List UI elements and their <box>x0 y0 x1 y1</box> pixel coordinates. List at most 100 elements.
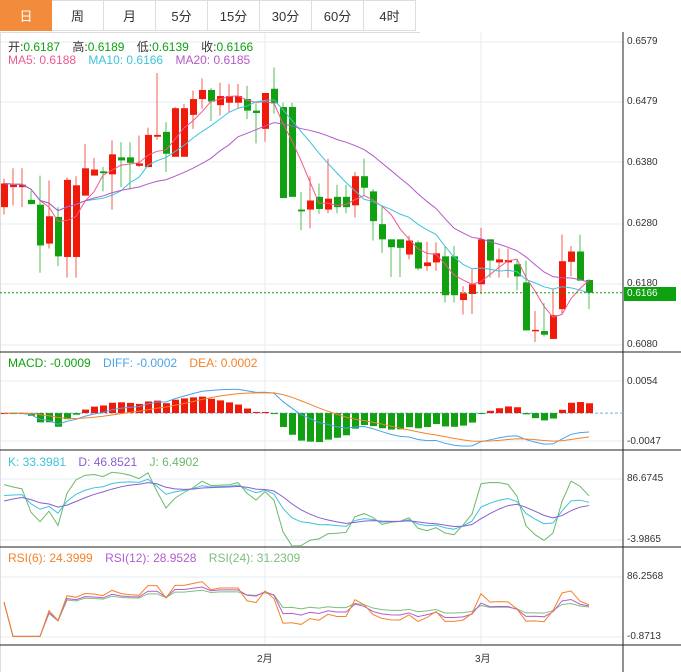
month-label-mar: 3月 <box>475 654 491 665</box>
candle <box>397 239 404 277</box>
macd-bar <box>244 408 251 414</box>
candle-body <box>37 204 44 246</box>
price-tick: 0.6479 <box>627 96 658 107</box>
candle <box>361 158 368 197</box>
macd-bar <box>415 413 422 429</box>
dea-line <box>3 392 590 442</box>
candle-body <box>343 196 350 208</box>
candle <box>190 90 197 129</box>
candle-body <box>550 315 557 339</box>
candle-body <box>370 191 377 222</box>
tab-30min[interactable]: 30分 <box>260 0 312 31</box>
candle-body <box>541 331 548 335</box>
candle <box>199 78 206 109</box>
macd-bar <box>190 397 197 414</box>
tab-day[interactable]: 日 <box>0 0 52 31</box>
candle-body <box>28 199 35 205</box>
open-label: 开: <box>8 40 24 54</box>
rsi24-value: RSI(24): 31.2309 <box>208 551 301 565</box>
macd-bar <box>262 411 269 414</box>
macd-bar <box>550 413 557 419</box>
candle-body <box>451 256 458 296</box>
last-price-marker: 0.6166 <box>624 287 676 301</box>
j-value: J: 6.4902 <box>149 455 199 469</box>
tab-60min[interactable]: 60分 <box>312 0 364 31</box>
candle <box>433 242 440 271</box>
high-value: 0.6189 <box>87 40 125 54</box>
high-label: 高: <box>72 40 88 54</box>
candle <box>244 85 251 120</box>
macd-bar <box>451 413 458 427</box>
ma10-value: MA10: 0.6166 <box>88 53 164 67</box>
ma10-line <box>3 99 590 294</box>
candle-body <box>199 89 206 100</box>
macd-tick: 0.0054 <box>627 376 658 387</box>
candle <box>460 286 467 315</box>
candle <box>154 72 161 140</box>
macd-bar <box>361 413 368 425</box>
close-value: 0.6166 <box>216 40 254 54</box>
candle <box>379 207 386 253</box>
macd-bar <box>379 413 386 429</box>
j-line <box>3 471 590 546</box>
k-value: K: 33.3981 <box>8 455 67 469</box>
kdj-panel <box>3 471 590 546</box>
macd-bar <box>424 413 431 428</box>
macd-bar <box>208 398 215 414</box>
candle <box>577 234 584 281</box>
macd-bar <box>559 409 566 414</box>
macd-bar <box>505 406 512 414</box>
candle <box>352 171 359 218</box>
macd-bar <box>217 400 224 414</box>
macd-bar <box>280 413 287 427</box>
candle <box>55 207 62 267</box>
candle <box>388 239 395 277</box>
candle <box>532 310 539 342</box>
tab-week[interactable]: 周 <box>52 0 104 31</box>
macd-bar <box>82 409 89 414</box>
macd-bar <box>289 413 296 435</box>
k-line <box>3 478 590 530</box>
candle-body <box>379 224 386 240</box>
macd-bar <box>406 413 413 428</box>
macd-bar <box>442 413 449 427</box>
macd-bar <box>181 398 188 414</box>
macd-bar <box>433 413 440 425</box>
candle-body <box>136 163 143 166</box>
candle-body <box>154 134 161 137</box>
kline-chart[interactable] <box>0 0 681 672</box>
macd-panel <box>0 388 623 447</box>
tab-15min[interactable]: 15分 <box>208 0 260 31</box>
candle <box>10 168 17 206</box>
rsi-tick: 86.2568 <box>627 571 664 582</box>
macd-bar <box>532 413 539 419</box>
candle <box>541 303 548 337</box>
macd-bar <box>91 406 98 414</box>
tab-5min[interactable]: 5分 <box>156 0 208 31</box>
candle-body <box>91 169 98 176</box>
kdj-legend: K: 33.3981 D: 46.8521 J: 6.4902 <box>8 455 208 469</box>
candle-body <box>10 184 17 188</box>
price-tick: 0.6080 <box>627 339 658 350</box>
macd-bar <box>271 413 278 415</box>
rsi-panel <box>3 581 590 637</box>
macd-bar <box>298 413 305 441</box>
candle-body <box>145 134 152 168</box>
candle <box>343 184 350 214</box>
candle-body <box>532 329 539 332</box>
candle <box>550 288 557 339</box>
candle-body <box>523 282 530 331</box>
macd-bar <box>334 413 341 438</box>
tab-4hour[interactable]: 4时 <box>364 0 416 31</box>
tab-month[interactable]: 月 <box>104 0 156 31</box>
candle <box>19 168 26 208</box>
candle-body <box>460 293 467 301</box>
price-tick: 0.6380 <box>627 157 658 168</box>
price-tick: 0.6579 <box>627 36 658 47</box>
month-label-feb: 2月 <box>257 654 273 665</box>
candle <box>559 234 566 314</box>
macd-bar <box>496 408 503 414</box>
candle <box>226 83 233 113</box>
ma5-value: MA5: 0.6188 <box>8 53 77 67</box>
candle-body <box>208 89 215 102</box>
